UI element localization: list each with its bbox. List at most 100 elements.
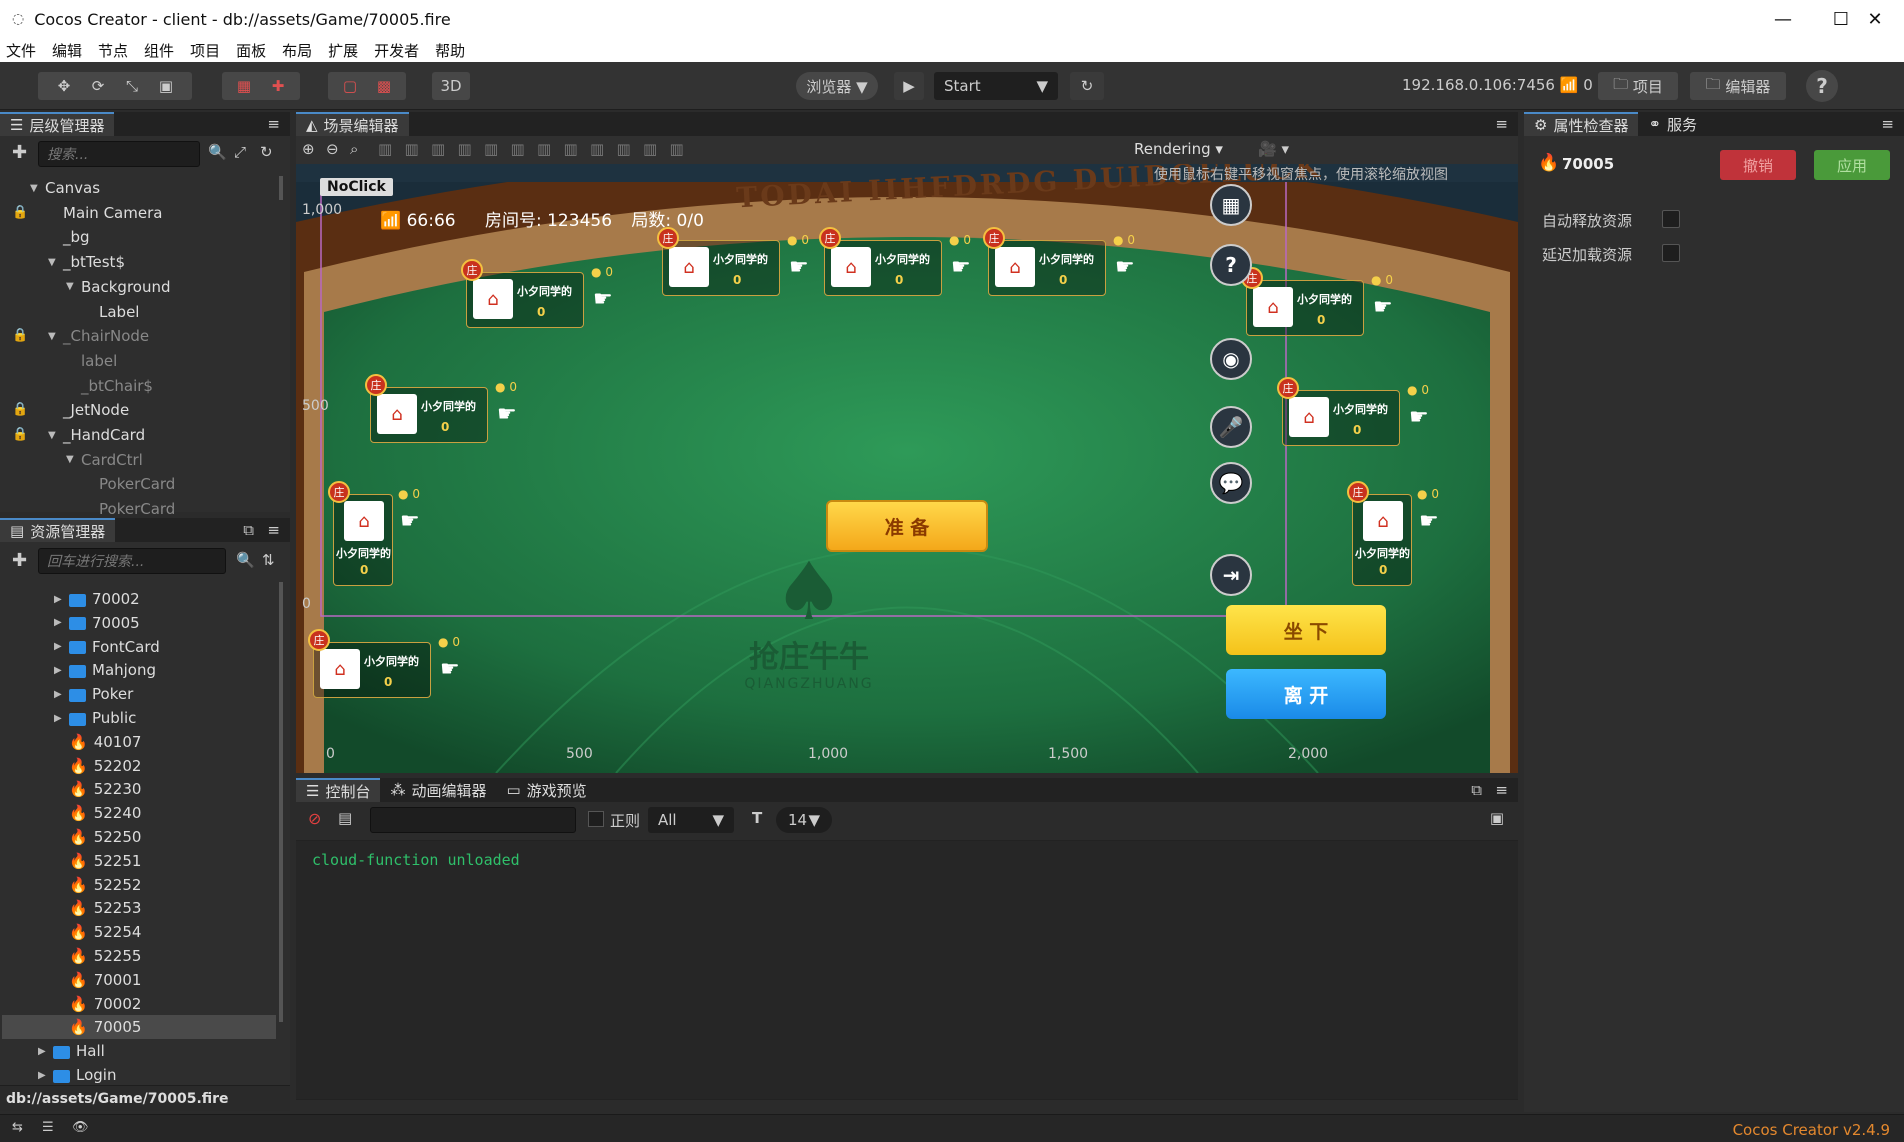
auto-release-checkbox[interactable] — [1662, 210, 1680, 228]
expand-arrow-icon[interactable]: ▶ — [54, 713, 64, 724]
hierarchy-node[interactable]: ▼ Canvas — [30, 176, 100, 200]
asset-item[interactable]: ▶ FontCard — [0, 635, 274, 659]
rect-tool-icon[interactable]: ▣ — [149, 77, 183, 95]
menu-item[interactable]: 节点 — [98, 40, 128, 61]
align-tool-icon[interactable]: ▥ — [405, 140, 419, 158]
rotate-tool-icon[interactable]: ⟳ — [81, 77, 115, 95]
hierarchy-scrollbar[interactable] — [279, 176, 283, 200]
menu-item[interactable]: 文件 — [6, 40, 36, 61]
align-tool-icon[interactable]: ▥ — [617, 140, 631, 158]
asset-item[interactable]: 🔥 52255 — [0, 944, 274, 968]
tab-services[interactable]: ⚭ 服务 — [1638, 112, 1707, 136]
player-seat[interactable]: ⌂ 小夕同学的 0 庄 ● 0 ☛ — [1347, 481, 1439, 586]
asset-item[interactable]: 🔥 52252 — [0, 873, 274, 897]
align-tool-icon[interactable]: ▥ — [511, 140, 525, 158]
search-icon[interactable]: 🔍 — [236, 551, 255, 569]
tab-animation[interactable]: ⁂ 动画编辑器 — [380, 778, 496, 802]
tab-assets[interactable]: ▤ 资源管理器 — [0, 518, 116, 542]
lock-icon[interactable]: 🔒 — [12, 402, 28, 417]
hierarchy-node[interactable]: PokerCard — [84, 472, 175, 496]
zoom-in-icon[interactable]: ⊕ — [302, 140, 315, 158]
assets-scrollbar[interactable] — [279, 582, 283, 1022]
expand-arrow-icon[interactable]: ▶ — [54, 689, 64, 700]
collapse-log-icon[interactable]: ▣ — [1490, 809, 1504, 827]
lock-icon[interactable]: 🔒 — [12, 427, 28, 442]
asset-item[interactable]: 🔥 40107 — [0, 730, 274, 754]
menu-item[interactable]: 布局 — [282, 40, 312, 61]
local-icon[interactable]: ✚ — [261, 77, 295, 95]
hierarchy-node[interactable]: ▼ Background — [66, 275, 171, 299]
browser-dropdown[interactable]: 浏览器 ▼ — [796, 72, 878, 100]
asset-item[interactable]: 🔥 52253 — [0, 896, 274, 920]
player-seat[interactable]: ⌂ 小夕同学的 0 庄 ● 0 ☛ — [365, 374, 517, 443]
snap-icon[interactable]: ▢ — [333, 77, 367, 95]
open-editor-button[interactable]: 🗀 编辑器 — [1690, 72, 1786, 100]
hierarchy-node[interactable]: _JetNode — [48, 398, 129, 422]
revert-button[interactable]: 撤销 — [1720, 150, 1796, 180]
player-seat[interactable]: ⌂ 小夕同学的 0 庄 ● 0 ☛ — [328, 481, 420, 586]
asset-item[interactable]: ▶ 70002 — [0, 587, 274, 611]
asset-item[interactable]: ▶ Public — [0, 706, 274, 730]
ready-button[interactable]: 准 备 — [826, 500, 988, 552]
asset-item[interactable]: ▶ Hall — [0, 1039, 274, 1063]
popout-icon[interactable]: ⧉ — [1471, 781, 1482, 799]
expand-arrow-icon[interactable]: ▶ — [38, 1046, 48, 1057]
menu-item[interactable]: 扩展 — [328, 40, 358, 61]
lock-icon[interactable]: 🔒 — [12, 328, 28, 343]
asset-item[interactable]: ▶ 70005 — [0, 611, 274, 635]
lock-icon[interactable]: 🔒 — [12, 205, 28, 220]
refresh-icon[interactable]: ↻ — [260, 143, 273, 161]
align-tool-icon[interactable]: ▥ — [590, 140, 604, 158]
search-icon[interactable]: 🔍 — [208, 143, 227, 161]
expand-arrow-icon[interactable]: ▼ — [66, 454, 76, 465]
leave-button[interactable]: 离 开 — [1226, 669, 1386, 719]
align-tool-icon[interactable]: ▥ — [643, 140, 657, 158]
asset-item[interactable]: 🔥 52202 — [0, 754, 274, 778]
asset-item[interactable]: 🔥 52250 — [0, 825, 274, 849]
menu-item[interactable]: 帮助 — [435, 40, 465, 61]
camera-icon[interactable]: 🎥 ▾ — [1258, 140, 1289, 158]
expand-arrow-icon[interactable]: ▼ — [30, 183, 40, 194]
popout-icon[interactable]: ⧉ — [243, 521, 254, 539]
add-node-icon[interactable]: ✚ — [12, 142, 27, 163]
hierarchy-node[interactable]: label — [66, 349, 117, 373]
assets-search-input[interactable]: 回车进行搜索... — [38, 548, 226, 574]
hierarchy-node[interactable]: ▼ CardCtrl — [66, 448, 143, 472]
tab-scene[interactable]: ◭ 场景编辑器 — [296, 112, 409, 136]
menu-item[interactable]: 编辑 — [52, 40, 82, 61]
panel-menu-icon[interactable]: ≡ — [267, 115, 280, 133]
panel-menu-icon[interactable]: ≡ — [1881, 115, 1894, 133]
expand-arrow-icon[interactable]: ▶ — [38, 1070, 48, 1081]
help-button[interactable]: ? — [1806, 70, 1838, 102]
microphone-icon[interactable]: 🎤 — [1210, 406, 1252, 448]
asset-item[interactable]: 🔥 70001 — [0, 968, 274, 992]
asset-item[interactable]: 🔥 70002 — [0, 992, 274, 1016]
asset-item[interactable]: ▶ Login — [0, 1063, 274, 1087]
collapse-icon[interactable]: ⤢ — [234, 143, 246, 161]
asset-item[interactable]: 🔥 70005 — [2, 1015, 276, 1040]
align-tool-icon[interactable]: ▥ — [484, 140, 498, 158]
asset-item[interactable]: ▶ Mahjong — [0, 658, 274, 682]
close-button[interactable]: ✕ — [1846, 0, 1904, 38]
hierarchy-node[interactable]: Main Camera — [48, 201, 162, 225]
hierarchy-node[interactable]: ▼ _HandCard — [48, 423, 145, 447]
grid-icon[interactable]: ▩ — [367, 77, 401, 95]
exit-icon[interactable]: ⇥ — [1210, 554, 1252, 596]
sit-button[interactable]: 坐 下 — [1226, 605, 1386, 655]
menu-item[interactable]: 组件 — [144, 40, 174, 61]
asset-item[interactable]: 🔥 52254 — [0, 920, 274, 944]
scene-view[interactable]: NoClick TODAI IIHFDRDG DUIDOFLUCK 使用鼠标右键… — [296, 142, 1518, 773]
clear-console-icon[interactable]: ⊘ — [308, 809, 321, 828]
align-tool-icon[interactable]: ▥ — [458, 140, 472, 158]
player-seat[interactable]: ⌂ 小夕同学的 0 庄 ● 0 ☛ — [819, 227, 971, 296]
align-tool-icon[interactable]: ▥ — [670, 140, 684, 158]
panel-menu-icon[interactable]: ≡ — [1495, 781, 1508, 799]
help-circle-icon[interactable]: ? — [1210, 244, 1252, 286]
expand-arrow-icon[interactable]: ▼ — [48, 331, 58, 342]
panel-menu-icon[interactable]: ≡ — [1495, 115, 1508, 133]
apply-button[interactable]: 应用 — [1814, 150, 1890, 180]
expand-arrow-icon[interactable]: ▶ — [54, 641, 64, 652]
pivot-icon[interactable]: ▦ — [227, 77, 261, 95]
player-seat[interactable]: ⌂ 小夕同学的 0 庄 ● 0 ☛ — [657, 227, 809, 296]
hierarchy-node[interactable]: _btChair$ — [66, 374, 153, 398]
